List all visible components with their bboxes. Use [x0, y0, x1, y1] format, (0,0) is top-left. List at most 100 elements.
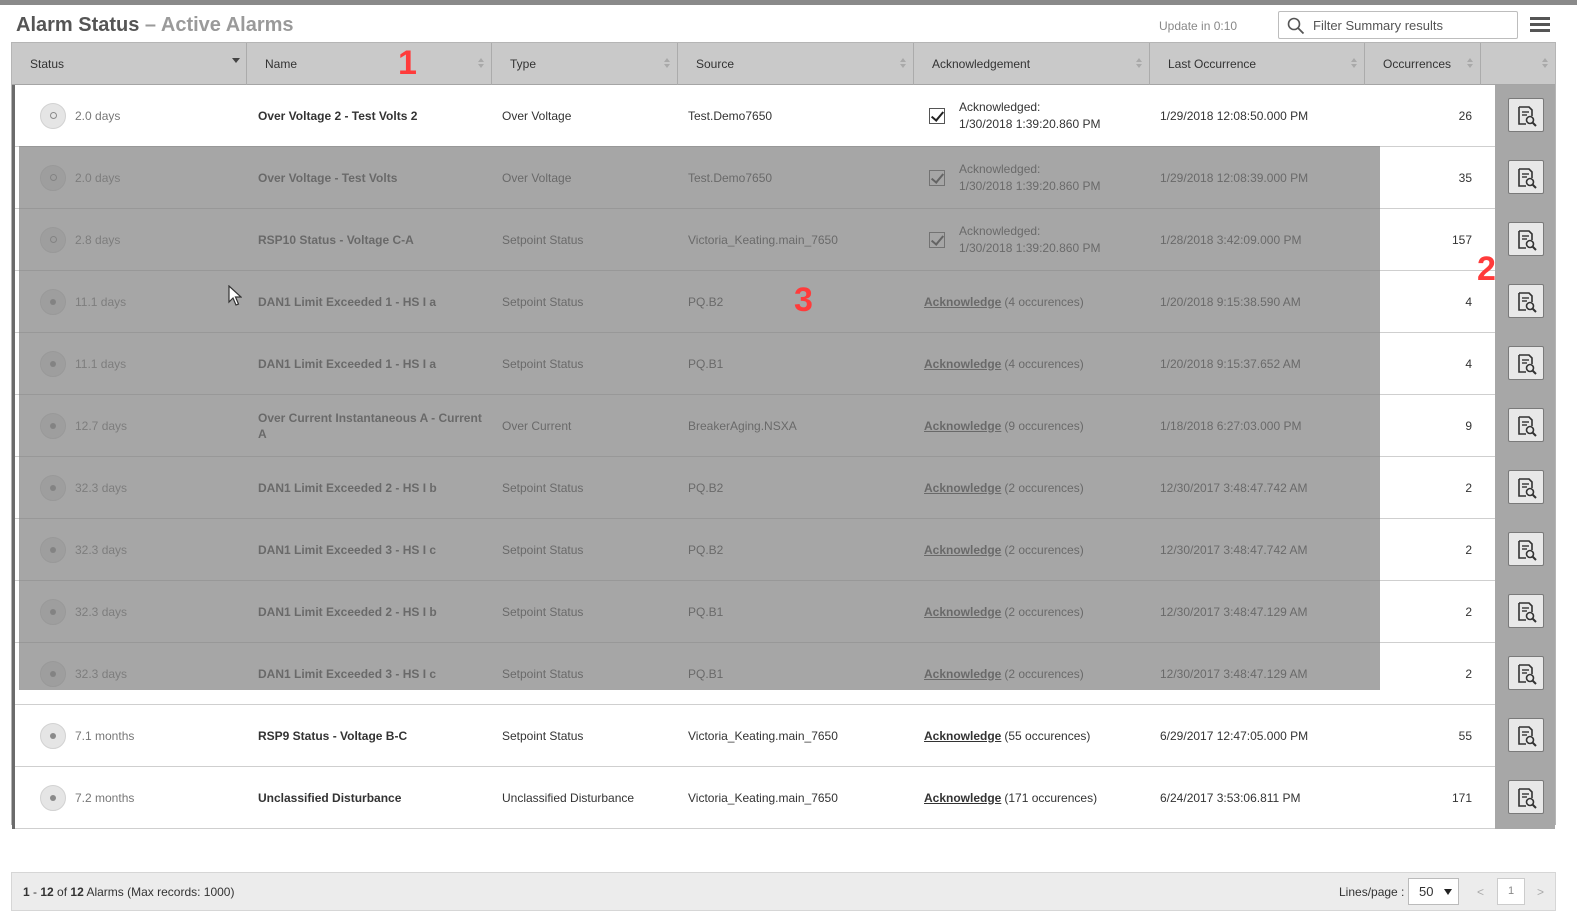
- column-header-source[interactable]: Source: [678, 43, 914, 85]
- column-header-last-occurrence[interactable]: Last Occurrence: [1150, 43, 1365, 85]
- table-row[interactable]: 11.1 days DAN1 Limit Exceeded 1 - HS I a S…: [12, 271, 1555, 333]
- column-header-actions[interactable]: [1481, 43, 1555, 85]
- table-row[interactable]: 11.1 days DAN1 Limit Exceeded 1 - HS I a S…: [12, 333, 1555, 395]
- view-details-button[interactable]: [1508, 594, 1544, 628]
- status-age: 11.1 days: [75, 356, 127, 371]
- occurrences-cell: 4: [1465, 294, 1472, 309]
- view-details-button[interactable]: [1508, 408, 1544, 442]
- mouse-cursor-icon: [228, 285, 242, 306]
- type-cell: Unclassified Disturbance: [502, 790, 635, 805]
- filter-input[interactable]: [1313, 16, 1513, 34]
- view-details-button[interactable]: [1508, 656, 1544, 690]
- current-page-box[interactable]: 1: [1497, 878, 1525, 905]
- sort-icon[interactable]: [477, 58, 485, 70]
- acknowledge-link[interactable]: Acknowledge: [924, 419, 1001, 433]
- status-cell: 32.3 days: [40, 457, 240, 518]
- status-age: 2.8 days: [75, 232, 121, 247]
- status-age: 7.1 months: [75, 728, 135, 743]
- document-search-icon: [1518, 726, 1537, 747]
- annotation-marker-1: 1: [398, 44, 417, 82]
- lines-per-page-select[interactable]: 50: [1408, 878, 1459, 905]
- source-cell: BreakerAging.NSXA: [688, 418, 797, 433]
- table-row[interactable]: 7.2 months Unclassified Disturbance Unclas…: [12, 767, 1555, 829]
- actions-cell: [1495, 85, 1555, 147]
- actions-cell: [1495, 643, 1555, 705]
- sort-icon[interactable]: [663, 58, 671, 70]
- source-cell: Test.Demo7650: [688, 170, 773, 185]
- prev-page-button[interactable]: <: [1477, 885, 1484, 899]
- sort-desc-icon[interactable]: [232, 58, 240, 70]
- table-row[interactable]: 32.3 days DAN1 Limit Exceeded 3 - HS I c S…: [12, 519, 1555, 581]
- last-occurrence-cell: 1/20/2018 9:15:38.590 AM: [1160, 294, 1301, 309]
- column-header-name[interactable]: Name: [247, 43, 492, 85]
- table-row[interactable]: 32.3 days DAN1 Limit Exceeded 3 - HS I c S…: [12, 643, 1555, 705]
- view-details-button[interactable]: [1508, 470, 1544, 504]
- page-title: Alarm Status – Active Alarms: [16, 14, 294, 37]
- last-occurrence-cell: 12/30/2017 3:48:47.129 AM: [1160, 666, 1308, 681]
- actions-cell: [1495, 209, 1555, 271]
- sort-icon[interactable]: [899, 58, 907, 70]
- occurrences-cell: 2: [1465, 604, 1472, 619]
- table-row[interactable]: 12.7 days Over Current Instantaneous A - …: [12, 395, 1555, 457]
- column-header-type[interactable]: Type: [492, 43, 678, 85]
- status-cell: 11.1 days: [40, 333, 240, 394]
- filter-box[interactable]: [1278, 11, 1518, 39]
- status-cell: 2.8 days: [40, 209, 240, 270]
- view-details-button[interactable]: [1508, 346, 1544, 380]
- table-row[interactable]: 2.8 days RSP10 Status - Voltage C-A Setpoi…: [12, 209, 1555, 271]
- last-occurrence-cell: 6/24/2017 3:53:06.811 PM: [1160, 790, 1301, 805]
- sort-icon[interactable]: [1350, 58, 1358, 70]
- acknowledge-link[interactable]: Acknowledge: [924, 729, 1001, 743]
- acknowledge-link[interactable]: Acknowledge: [924, 481, 1001, 495]
- name-cell: RSP10 Status - Voltage C-A: [258, 232, 414, 247]
- occurrences-cell: 2: [1465, 542, 1472, 557]
- occurrence-note: (4 occurences): [1004, 294, 1084, 309]
- document-search-icon: [1518, 540, 1537, 561]
- lines-per-page-label: Lines/page :: [1339, 885, 1405, 899]
- view-details-button[interactable]: [1508, 718, 1544, 752]
- name-cell: DAN1 Limit Exceeded 2 - HS I b: [258, 604, 437, 619]
- sort-icon[interactable]: [1541, 58, 1549, 70]
- table-row[interactable]: 32.3 days DAN1 Limit Exceeded 2 - HS I b S…: [12, 581, 1555, 643]
- view-details-button[interactable]: [1508, 780, 1544, 814]
- alarm-grid: Status Name Type Source Acknowledgement …: [11, 42, 1556, 829]
- status-cell: 2.0 days: [40, 85, 240, 146]
- status-dot-icon: [40, 722, 66, 749]
- table-row[interactable]: 2.0 days Over Voltage 2 - Test Volts 2 Ove…: [12, 85, 1555, 147]
- acknowledged-check-icon: [929, 107, 945, 124]
- acknowledge-link[interactable]: Acknowledge: [924, 295, 1001, 309]
- view-details-button[interactable]: [1508, 98, 1544, 132]
- document-search-icon: [1518, 788, 1537, 809]
- view-details-button[interactable]: [1508, 532, 1544, 566]
- table-row[interactable]: 7.1 months RSP9 Status - Voltage B-C Setpo…: [12, 705, 1555, 767]
- status-age: 32.3 days: [75, 542, 128, 557]
- row-indicator: [12, 333, 15, 395]
- table-row[interactable]: 32.3 days DAN1 Limit Exceeded 2 - HS I b S…: [12, 457, 1555, 519]
- page-header: Alarm Status – Active Alarms Update in 0…: [0, 5, 1577, 43]
- status-age: 11.1 days: [75, 294, 127, 309]
- acknowledge-link[interactable]: Acknowledge: [924, 357, 1001, 371]
- column-header-occurrences[interactable]: Occurrences: [1365, 43, 1481, 85]
- hamburger-menu-icon[interactable]: [1530, 17, 1550, 33]
- sort-icon[interactable]: [1466, 58, 1474, 70]
- acknowledge-link[interactable]: Acknowledge: [924, 667, 1001, 681]
- sort-icon[interactable]: [1135, 58, 1143, 70]
- row-indicator: [12, 395, 15, 457]
- row-indicator: [12, 147, 15, 209]
- table-row[interactable]: 2.0 days Over Voltage - Test Volts Over Vo…: [12, 147, 1555, 209]
- view-details-button[interactable]: [1508, 284, 1544, 318]
- actions-cell: [1495, 395, 1555, 457]
- acknowledge-link[interactable]: Acknowledge: [924, 605, 1001, 619]
- acknowledge-link[interactable]: Acknowledge: [924, 791, 1001, 805]
- table-header: Status Name Type Source Acknowledgement …: [12, 43, 1555, 85]
- acknowledge-link[interactable]: Acknowledge: [924, 543, 1001, 557]
- actions-cell: [1495, 519, 1555, 581]
- column-header-status[interactable]: Status: [12, 43, 247, 85]
- type-cell: Over Current: [502, 418, 572, 433]
- view-details-button[interactable]: [1508, 222, 1544, 256]
- status-dot-icon: [40, 536, 66, 563]
- next-page-button[interactable]: >: [1537, 885, 1544, 899]
- status-dot-icon: [40, 660, 66, 687]
- view-details-button[interactable]: [1508, 160, 1544, 194]
- column-header-acknowledgement[interactable]: Acknowledgement: [914, 43, 1150, 85]
